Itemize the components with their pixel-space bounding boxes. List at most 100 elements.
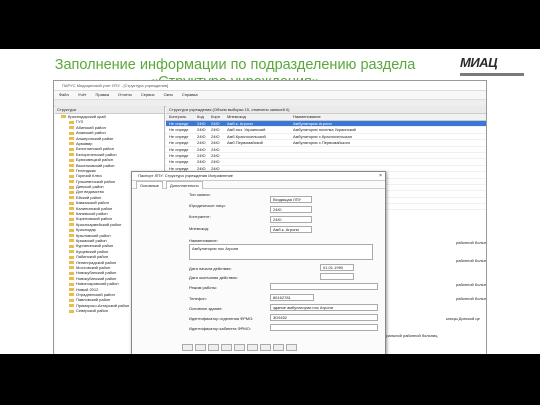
table-cell: 24Ю [211, 127, 220, 133]
phone-field[interactable]: 86162781 [270, 294, 314, 301]
table-cell: 24Ю [197, 121, 206, 126]
dialog-tool-button[interactable] [286, 344, 297, 351]
frmo-label: Идентификатор отделения ФРМО: [189, 316, 254, 321]
date-end-field[interactable] [320, 273, 354, 280]
record-type-label: Тип записи: [189, 192, 211, 197]
dialog-tool-button[interactable] [273, 344, 284, 351]
menu-item[interactable]: Учёт [78, 92, 87, 97]
table-cell: Амбулатория х.Красносельская [293, 133, 352, 139]
folder-icon [61, 115, 66, 119]
base-unit-field[interactable]: здание амбулатории пос Агрони [270, 304, 378, 311]
menu-item[interactable]: Справка [182, 92, 198, 97]
folder-icon [69, 304, 74, 308]
passport-dialog: Паспорт ЛПУ: Структура учреждения Исправ… [131, 171, 386, 354]
dialog-titlebar: Паспорт ЛПУ: Структура учреждения Исправ… [132, 172, 385, 181]
folder-icon [69, 277, 74, 281]
folder-icon [69, 120, 74, 124]
dialog-toolbar [182, 344, 299, 351]
mnemocode-label: Мнемокод: [189, 226, 210, 231]
name-textarea[interactable]: Амбулатория пос Агрони [189, 244, 373, 260]
menu-item[interactable]: Отчеты [118, 92, 132, 97]
table-cell: 24Ю [197, 140, 206, 146]
folder-icon [69, 260, 74, 264]
folder-icon [69, 298, 74, 302]
record-type-field[interactable]: Входящая ЛПУ [270, 196, 312, 203]
folder-icon [69, 147, 74, 151]
table-cell: Амб.Первомайский [227, 140, 263, 146]
table-cell: 24Ю [197, 146, 206, 152]
table-cell: Амбулатория х.Первомайского [293, 140, 351, 146]
date-start-label: Дата начала действия: [189, 266, 232, 271]
column-header[interactable]: Код [197, 114, 211, 120]
table-cell: 24Ю [211, 159, 220, 165]
dialog-tool-button[interactable] [208, 344, 219, 351]
date-start-field[interactable]: 01.01.1990 [320, 264, 354, 271]
folder-icon [69, 212, 74, 216]
mnemocode-field[interactable]: Амб.к. Агрони [270, 226, 312, 233]
dialog-tool-button[interactable] [260, 344, 271, 351]
column-header[interactable]: Корп [211, 114, 227, 120]
table-cell: Амб.поз. Украинский [227, 127, 266, 133]
folder-icon [69, 131, 74, 135]
table-cell: 24Ю [211, 133, 220, 139]
table-cell: 24Ю [211, 152, 220, 158]
dialog-tool-button[interactable] [247, 344, 258, 351]
folder-icon [69, 309, 74, 313]
column-header[interactable]: Мнемокод [227, 114, 293, 120]
folder-icon [69, 239, 74, 243]
dialog-tool-button[interactable] [195, 344, 206, 351]
column-header[interactable]: Наименование [293, 114, 463, 120]
folder-icon [69, 293, 74, 297]
slide: Заполнение информации по подразделению р… [0, 49, 540, 354]
menu-item[interactable]: Сервис [141, 92, 155, 97]
menu-item[interactable]: Окно [164, 92, 173, 97]
dialog-tool-button[interactable] [234, 344, 245, 351]
close-icon[interactable]: × [379, 172, 382, 180]
folder-icon [69, 255, 74, 259]
menu-item[interactable]: Файл [59, 92, 69, 97]
column-header[interactable]: Контроль [166, 114, 197, 120]
table-cell: Не опреде [169, 152, 189, 158]
tab-additional[interactable]: Дополнительно [165, 181, 203, 189]
work-mode-label: Режим работы: [189, 285, 218, 290]
dialog-tool-button[interactable] [221, 344, 232, 351]
contractor-field[interactable]: 24Ю [270, 216, 312, 223]
logo-bar [460, 73, 524, 76]
table-cell: 24Ю [197, 133, 206, 139]
grid-header: Структура учреждения (Объем выборки 15, … [166, 106, 486, 114]
tab-main[interactable]: Основные [136, 181, 163, 189]
work-mode-field[interactable] [270, 283, 378, 290]
folder-icon [69, 207, 74, 211]
folder-icon [69, 158, 74, 162]
folder-icon [69, 223, 74, 227]
dialog-tabs: Основные Дополнительно [132, 181, 385, 189]
table-cell: Амб.Красносельский [227, 133, 266, 139]
frmo-cabinet-field[interactable] [270, 324, 378, 331]
table-cell: 24Ю [211, 121, 220, 126]
dialog-title: Паспорт ЛПУ: Структура учреждения Исправ… [138, 173, 234, 178]
folder-icon [69, 271, 74, 275]
folder-icon [69, 137, 74, 140]
folder-icon [69, 142, 74, 146]
base-unit-label: Основное здание: [189, 306, 223, 311]
row-text-fragment: районной больни [456, 296, 486, 301]
contractor-label: Контрагент: [189, 214, 211, 219]
row-text-fragment: ьницы Динской це [446, 316, 480, 321]
menu-bar: Файл Учёт Правка Отчеты Сервис Окно Справка [54, 91, 486, 100]
folder-icon [69, 174, 74, 178]
legal-entity-field[interactable]: 24Ю [270, 206, 312, 213]
table-cell: Не опреде [169, 121, 189, 126]
folder-icon [69, 287, 74, 291]
window-title: ПАРУС Медицинский учет ЛПУ - [Структура … [54, 81, 486, 91]
folder-icon [69, 185, 74, 189]
frmo-field[interactable]: 3D9452 [270, 314, 378, 321]
folder-icon [69, 163, 74, 167]
table-cell: Не опреде [169, 133, 189, 139]
dialog-tool-button[interactable] [182, 344, 193, 351]
row-text-fragment: районной больни [456, 258, 486, 263]
folder-icon [69, 217, 74, 221]
folder-icon [69, 244, 74, 248]
folder-icon [69, 234, 74, 238]
menu-item[interactable]: Правка [96, 92, 110, 97]
date-end-label: Дата окончания действия: [189, 275, 238, 280]
